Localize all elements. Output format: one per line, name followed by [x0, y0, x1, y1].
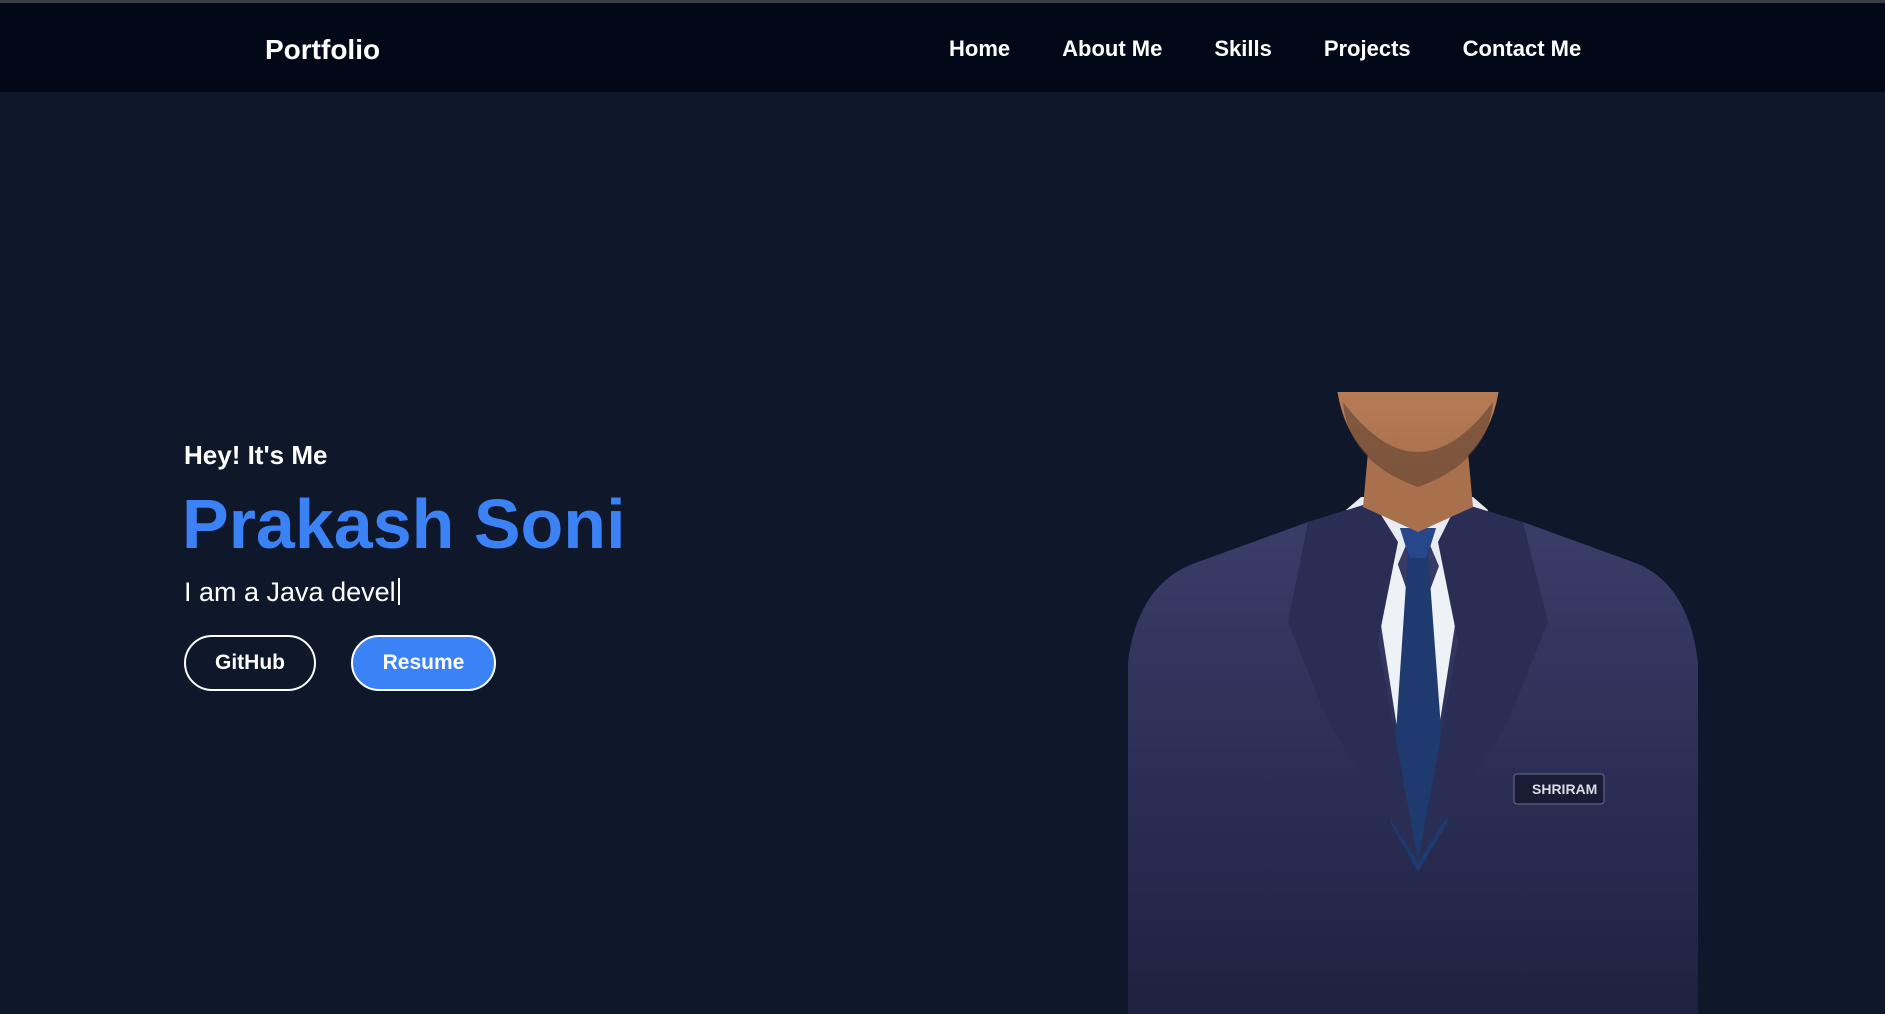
name-badge-text: SHRIRAM — [1532, 781, 1597, 797]
navbar: Portfolio Home About Me Skills Projects … — [0, 3, 1885, 92]
nav-link-about-me[interactable]: About Me — [1062, 34, 1162, 64]
hero-section: Hey! It's Me Prakash Soni I am a Java de… — [0, 92, 1885, 1014]
nav-links: Home About Me Skills Projects Contact Me — [949, 34, 1581, 64]
hero-greeting: Hey! It's Me — [184, 440, 328, 470]
nav-link-skills[interactable]: Skills — [1214, 34, 1271, 64]
hero-typed-text-wrapper: I am a Java devel — [184, 574, 400, 610]
nav-link-home[interactable]: Home — [949, 34, 1010, 64]
nav-link-contact-me[interactable]: Contact Me — [1463, 34, 1582, 64]
brand-logo[interactable]: Portfolio — [265, 32, 380, 68]
hero-typed-text: I am a Java devel — [184, 577, 396, 607]
github-button[interactable]: GitHub — [184, 635, 316, 691]
nav-link-projects[interactable]: Projects — [1324, 34, 1411, 64]
profile-portrait: SHRIRAM — [1128, 392, 1698, 1014]
resume-button[interactable]: Resume — [351, 635, 496, 691]
hero-name: Prakash Soni — [182, 485, 626, 563]
typing-caret — [397, 578, 400, 605]
